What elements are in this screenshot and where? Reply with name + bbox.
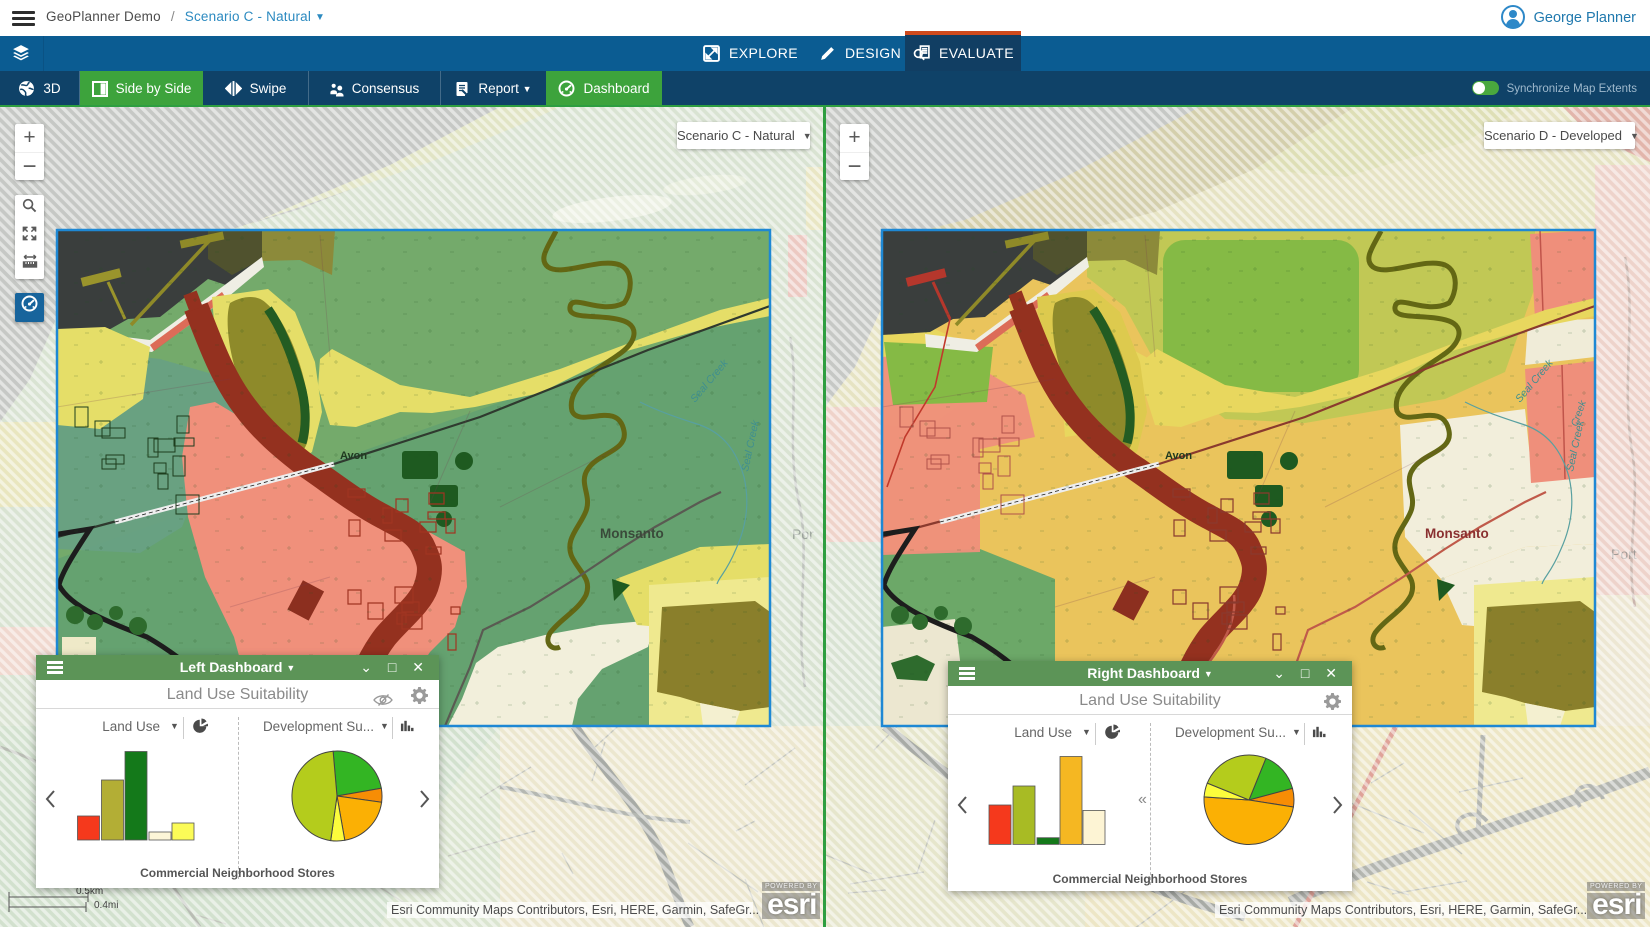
svg-text:Monsanto: Monsanto	[1425, 526, 1489, 541]
svg-text:Avon: Avon	[340, 450, 367, 462]
svg-text:Monsanto: Monsanto	[600, 526, 664, 541]
svg-text:Avon: Avon	[1165, 450, 1192, 462]
